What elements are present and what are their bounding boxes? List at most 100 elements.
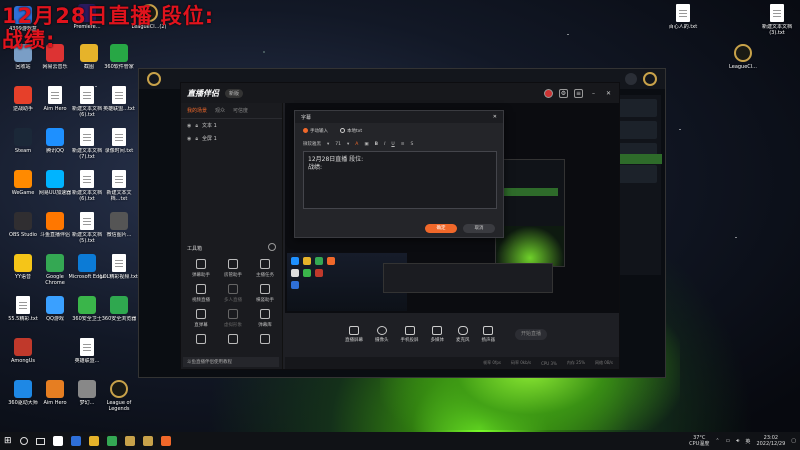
desktop-icon[interactable]: 百心人的.txt — [664, 4, 702, 30]
tool-icon — [228, 259, 238, 269]
game-client-button[interactable] — [625, 73, 637, 85]
taskbar-app-icon[interactable] — [142, 436, 153, 446]
cpu-temp[interactable]: 37°C CPU温度 — [689, 435, 709, 447]
radio-manual[interactable]: 手动输入 — [303, 128, 328, 134]
desktop-icon[interactable]: 微信图片... — [100, 212, 138, 238]
volume-icon[interactable]: 🔊︎ — [736, 438, 739, 444]
toolbox-item[interactable] — [217, 334, 249, 347]
chevron-down-icon[interactable]: ▾ — [327, 142, 329, 147]
search-icon[interactable] — [19, 437, 28, 445]
italic-icon[interactable]: I — [384, 142, 385, 147]
taskbar-app-icon[interactable] — [88, 436, 99, 446]
taskbar-app-icon[interactable] — [160, 436, 171, 446]
screen-capture-button[interactable]: 直播屏幕 — [345, 325, 363, 343]
settings-icon[interactable]: ⚙ — [559, 88, 568, 98]
bold-icon[interactable]: B — [375, 142, 378, 147]
text-file-icon — [80, 338, 94, 356]
scene-item-text[interactable]: ◉ 🔒︎ 文本 1 — [181, 119, 282, 132]
camera-button[interactable]: 摄像头 — [375, 325, 389, 343]
toolbox-item[interactable] — [185, 334, 217, 347]
toolbox-item[interactable]: 弹幕助手 — [185, 259, 217, 278]
confirm-button[interactable]: 确定 — [425, 224, 457, 233]
promo-banner[interactable]: 斗鱼直播伴侣使用教程 — [183, 357, 279, 367]
toolbox-item[interactable]: 虚拟形象 — [217, 309, 249, 328]
underline-icon[interactable]: U — [391, 142, 394, 147]
tool-icon — [196, 259, 206, 269]
lock-icon[interactable]: 🔒︎ — [195, 136, 198, 142]
desktop-icon[interactable]: 新建文本文档(3).txt — [758, 4, 796, 36]
network-icon[interactable]: ▭ — [726, 438, 731, 444]
taskbar-app-icon[interactable] — [52, 436, 63, 446]
speaker-button[interactable]: 扬声器 — [482, 325, 495, 343]
desktop-icon[interactable]: 360安全浏览器 — [100, 296, 138, 322]
desktop-icon-label: 百心人的.txt — [668, 24, 698, 30]
tool-icon — [196, 309, 206, 319]
toolbox-item[interactable] — [249, 334, 281, 347]
desktop-icon[interactable]: LOL精彩视频.txt — [100, 254, 138, 280]
task-view-icon[interactable] — [35, 437, 45, 445]
avatar-icon[interactable] — [544, 88, 553, 98]
eye-icon[interactable]: ◉ — [187, 123, 191, 129]
more-icon[interactable] — [268, 243, 276, 251]
tab-audience[interactable]: 观众 — [215, 107, 225, 114]
pinned-apps — [52, 436, 171, 446]
scene-sidebar: 我的场景 观众 可信度 ◉ 🔒︎ 文本 1 ◉ 🔒︎ 全屏 1 工具箱 弹幕助手… — [181, 103, 283, 369]
app-icon — [14, 254, 32, 272]
strike-icon[interactable]: S — [410, 142, 413, 147]
toolbox-item[interactable]: 主播任务 — [249, 259, 281, 278]
scene-label: 文本 1 — [202, 123, 217, 129]
taskbar-app-icon[interactable] — [106, 436, 117, 446]
align-icon[interactable]: ≡ — [401, 142, 405, 147]
toolbox-item[interactable]: 直弹幕 — [185, 309, 217, 328]
desktop-icon[interactable]: 英雄联盟... — [68, 338, 106, 364]
dialog-title: 字幕 — [301, 114, 312, 121]
subtitle-text-area[interactable]: 12月28日直播 段位: 战绩: — [303, 151, 497, 209]
radio-file[interactable]: 本地txt — [340, 128, 362, 134]
taskbar-app-icon[interactable] — [70, 436, 81, 446]
profile-icon[interactable] — [643, 72, 657, 86]
windows-start-icon[interactable]: ⊞ — [4, 436, 12, 446]
start-stream-button[interactable]: 开始直播 — [515, 328, 548, 340]
desktop-icon[interactable]: LeagueCl... — [724, 44, 762, 70]
clock[interactable]: 23:02 2022/12/29 — [756, 435, 785, 447]
notification-icon[interactable]: ▢ — [791, 438, 796, 444]
desktop-icon[interactable]: 英雄联盟...txt — [100, 86, 138, 112]
tray-chevron-icon[interactable]: ⌃ — [715, 438, 719, 444]
toolbox-item[interactable]: 多人直播 — [217, 284, 249, 303]
tab-scenes[interactable]: 我的场景 — [187, 107, 207, 114]
version-badge[interactable]: 新版 — [225, 88, 244, 98]
monitor-icon — [349, 325, 359, 335]
overlay-line-1: 12月28日直播 段位: — [2, 4, 215, 28]
input-method-icon[interactable]: 英 — [745, 438, 750, 445]
phone-cast-button[interactable]: 手机投屏 — [401, 325, 419, 343]
tab-trust[interactable]: 可信度 — [233, 107, 248, 114]
font-size-select[interactable]: 71 — [335, 142, 341, 147]
app-icon — [78, 380, 96, 398]
lock-icon[interactable]: 🔒︎ — [195, 123, 198, 129]
font-select[interactable]: 微软雅黑 — [303, 141, 321, 147]
eye-icon[interactable]: ◉ — [187, 136, 191, 142]
toolbox-item[interactable]: 横竖助手 — [249, 284, 281, 303]
close-icon[interactable]: ✕ — [604, 89, 613, 98]
cancel-button[interactable]: 取消 — [463, 224, 495, 233]
desktop-icon[interactable]: 录像时间.txt — [100, 128, 138, 154]
bg-color-icon[interactable]: ▣ — [364, 142, 368, 147]
toolbox-item[interactable]: 视频直播 — [185, 284, 217, 303]
microphone-button[interactable]: 麦克风 — [456, 325, 470, 343]
app-icon — [110, 212, 128, 230]
chevron-down-icon[interactable]: ▾ — [347, 142, 349, 147]
desktop-icon[interactable]: AmongUs — [4, 338, 42, 364]
taskbar-app-icon[interactable] — [124, 436, 135, 446]
dialog-close-icon[interactable]: ✕ — [493, 114, 497, 120]
scene-item-fullscreen[interactable]: ◉ 🔒︎ 全屏 1 — [181, 132, 282, 145]
toolbox-item[interactable]: 弹幕库 — [249, 309, 281, 328]
toolbox-title: 工具箱 — [187, 246, 203, 252]
font-color-icon[interactable]: A — [355, 142, 358, 147]
desktop-icon[interactable]: 新建文本文档...txt — [100, 170, 138, 202]
minimize-icon[interactable]: – — [589, 89, 598, 98]
media-button[interactable]: 多媒体 — [431, 325, 444, 343]
tool-icon — [228, 309, 238, 319]
desktop-icon[interactable]: League of Legends — [100, 380, 138, 412]
toolbox-item[interactable]: 房管助手 — [217, 259, 249, 278]
menu-icon[interactable]: ≡ — [574, 88, 583, 98]
